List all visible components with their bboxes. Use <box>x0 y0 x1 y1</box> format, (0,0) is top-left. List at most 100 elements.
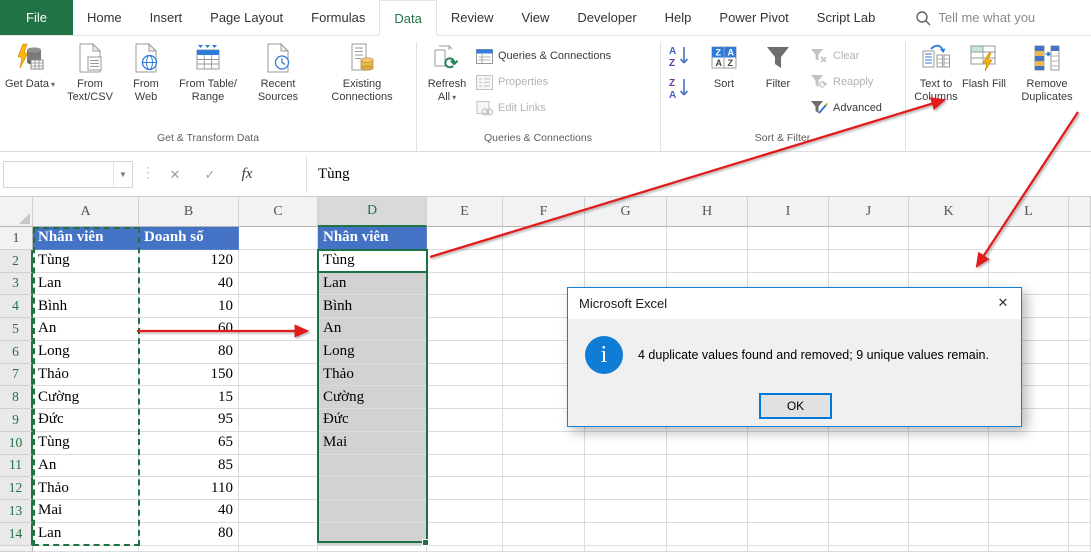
reapply-filter-button[interactable]: ⟳ Reapply <box>810 70 873 94</box>
cell-C1[interactable] <box>239 227 318 250</box>
cell-D10[interactable]: Mai <box>318 431 427 455</box>
cell-B3[interactable]: 40 <box>139 272 239 296</box>
cell-G11[interactable] <box>585 454 667 478</box>
column-header-A[interactable]: A <box>33 197 139 227</box>
cell-m3[interactable] <box>1069 272 1091 296</box>
cell-L13[interactable] <box>989 500 1069 523</box>
tab-insert[interactable]: Insert <box>136 0 197 35</box>
cell-m7[interactable] <box>1069 363 1091 387</box>
column-header-F[interactable]: F <box>503 197 585 227</box>
cell-H15[interactable] <box>667 545 748 552</box>
cell-C11[interactable] <box>239 454 318 478</box>
cell-F13[interactable] <box>503 500 585 523</box>
cell-A15[interactable] <box>33 545 139 552</box>
cell-L15[interactable] <box>989 545 1069 552</box>
row-header-14[interactable]: 14 <box>0 522 33 546</box>
cell-K12[interactable] <box>909 477 989 500</box>
cell-L11[interactable] <box>989 454 1069 478</box>
cell-I13[interactable] <box>748 500 829 523</box>
row-header-13[interactable]: 13 <box>0 500 33 523</box>
cell-B6[interactable]: 80 <box>139 340 239 364</box>
cell-H14[interactable] <box>667 522 748 546</box>
cell-C6[interactable] <box>239 340 318 364</box>
cell-B9[interactable]: 95 <box>139 409 239 432</box>
cell-C8[interactable] <box>239 386 318 409</box>
dialog-close-button[interactable]: ✕ <box>991 292 1015 314</box>
cell-K10[interactable] <box>909 431 989 455</box>
cell-J13[interactable] <box>829 500 909 523</box>
recent-sources-button[interactable]: Recent Sources <box>246 40 310 130</box>
cell-D11[interactable] <box>318 454 427 478</box>
cell-E10[interactable] <box>427 431 503 455</box>
cell-B15[interactable] <box>139 545 239 552</box>
cell-E4[interactable] <box>427 295 503 318</box>
from-web-button[interactable]: From Web <box>122 40 170 130</box>
cell-C12[interactable] <box>239 477 318 500</box>
cell-E7[interactable] <box>427 363 503 387</box>
cell-J15[interactable] <box>829 545 909 552</box>
column-header-I[interactable]: I <box>748 197 829 227</box>
cell-G1[interactable] <box>585 227 667 250</box>
cell-F11[interactable] <box>503 454 585 478</box>
cell-I12[interactable] <box>748 477 829 500</box>
sort-descending-button[interactable]: ZA <box>666 76 692 101</box>
tab-view[interactable]: View <box>507 0 563 35</box>
cell-m1[interactable] <box>1069 227 1091 250</box>
cell-m6[interactable] <box>1069 340 1091 364</box>
cell-J12[interactable] <box>829 477 909 500</box>
cell-G15[interactable] <box>585 545 667 552</box>
cell-J11[interactable] <box>829 454 909 478</box>
cell-A11[interactable]: An <box>33 454 139 478</box>
row-header-7[interactable]: 7 <box>0 363 33 387</box>
text-to-columns-button[interactable]: Text to Columns <box>908 40 964 130</box>
cell-A14[interactable]: Lan <box>33 522 139 546</box>
remove-duplicates-button[interactable]: Remove Duplicates <box>1008 40 1086 130</box>
cell-H13[interactable] <box>667 500 748 523</box>
cell-m4[interactable] <box>1069 295 1091 318</box>
cell-D6[interactable]: Long <box>318 340 427 364</box>
row-header-12[interactable]: 12 <box>0 477 33 500</box>
cell-m11[interactable] <box>1069 454 1091 478</box>
cell-D15[interactable] <box>318 545 427 552</box>
tab-formulas[interactable]: Formulas <box>297 0 379 35</box>
cell-D9[interactable]: Đức <box>318 409 427 432</box>
cell-A3[interactable]: Lan <box>33 272 139 296</box>
refresh-all-button[interactable]: ⟳ Refresh All ▾ <box>420 40 474 130</box>
column-header-L[interactable]: L <box>989 197 1069 227</box>
cell-K2[interactable] <box>909 249 989 273</box>
cell-H1[interactable] <box>667 227 748 250</box>
cell-J2[interactable] <box>829 249 909 273</box>
cell-A10[interactable]: Tùng <box>33 431 139 455</box>
cell-E14[interactable] <box>427 522 503 546</box>
name-box[interactable]: ▼ <box>3 161 133 188</box>
cell-I15[interactable] <box>748 545 829 552</box>
sort-button[interactable]: ZAAZ Sort <box>700 40 748 130</box>
existing-connections-button[interactable]: Existing Connections <box>314 40 410 130</box>
row-header-2[interactable]: 2 <box>0 249 33 273</box>
cell-B12[interactable]: 110 <box>139 477 239 500</box>
cell-m14[interactable] <box>1069 522 1091 546</box>
cell-F15[interactable] <box>503 545 585 552</box>
flash-fill-button[interactable]: Flash Fill <box>962 40 1006 130</box>
cell-H11[interactable] <box>667 454 748 478</box>
row-header-10[interactable]: 10 <box>0 431 33 455</box>
cell-E15[interactable] <box>427 545 503 552</box>
cell-m12[interactable] <box>1069 477 1091 500</box>
cell-K1[interactable] <box>909 227 989 250</box>
cell-D2[interactable]: Tùng <box>318 249 427 273</box>
column-header-J[interactable]: J <box>829 197 909 227</box>
cell-A2[interactable]: Tùng <box>33 249 139 273</box>
confirm-entry-button[interactable]: ✓ <box>195 161 225 188</box>
cell-m15[interactable] <box>1069 545 1091 552</box>
cell-F10[interactable] <box>503 431 585 455</box>
cell-D3[interactable]: Lan <box>318 272 427 296</box>
cell-G10[interactable] <box>585 431 667 455</box>
cell-A8[interactable]: Cường <box>33 386 139 409</box>
cell-D12[interactable] <box>318 477 427 500</box>
column-header-G[interactable]: G <box>585 197 667 227</box>
cell-G12[interactable] <box>585 477 667 500</box>
cell-C15[interactable] <box>239 545 318 552</box>
cell-B11[interactable]: 85 <box>139 454 239 478</box>
cell-C5[interactable] <box>239 318 318 341</box>
cell-L2[interactable] <box>989 249 1069 273</box>
